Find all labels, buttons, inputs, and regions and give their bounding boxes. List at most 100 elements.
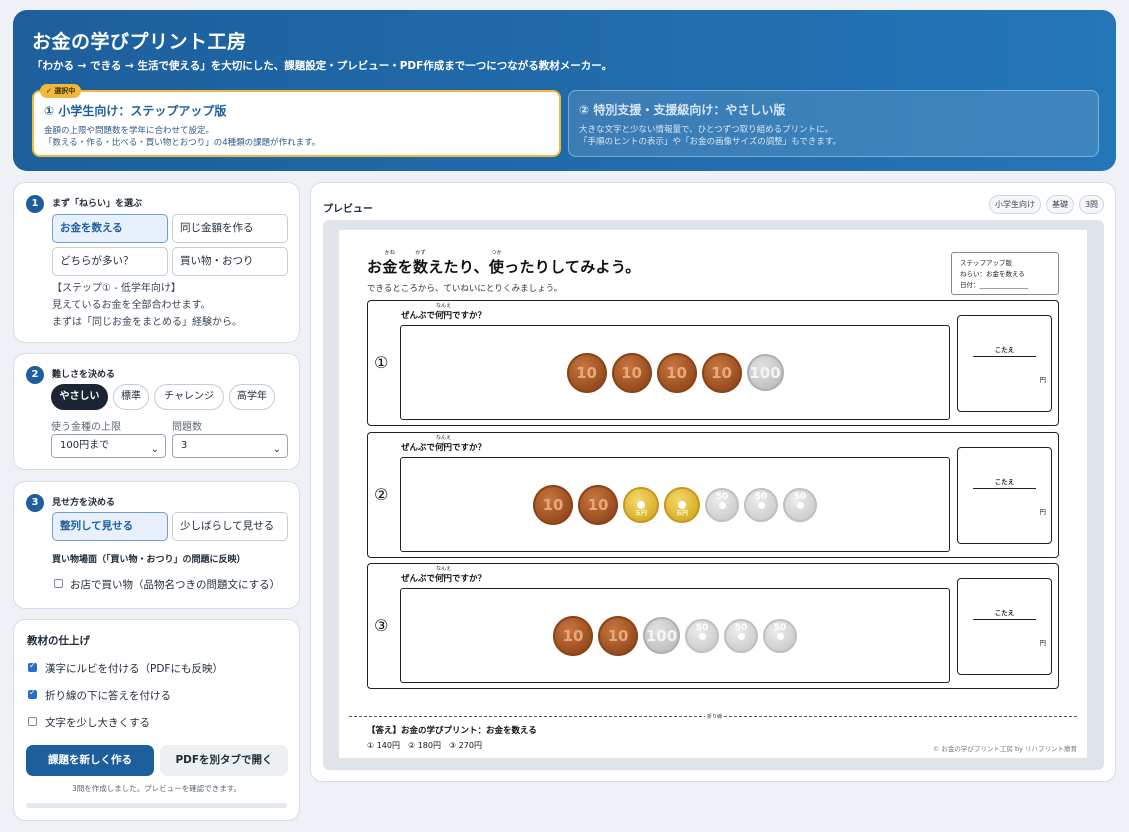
prompt-part: ぜんぶで bbox=[401, 443, 436, 453]
level-standard-button[interactable]: 標準 bbox=[113, 384, 149, 410]
coin-10-icon: 10 bbox=[611, 352, 652, 393]
coin-10-icon: 10 bbox=[566, 352, 607, 393]
title-part: ったりしてみよう。 bbox=[504, 258, 641, 276]
coin-area: 10 10 10 10 100 bbox=[400, 325, 950, 420]
prompt-part: ですか？ bbox=[452, 574, 487, 584]
coin-value: 10 bbox=[607, 626, 629, 645]
limit-select[interactable]: 100円まで ⌄ bbox=[51, 434, 166, 458]
question-block: ③ ぜんぶで何円 なんえん ですか？ 10 10 100 50 50 50 こたえ円 bbox=[367, 563, 1059, 689]
level-challenge-button[interactable]: チャレンジ bbox=[154, 384, 224, 410]
ruby-nanen: 何円 なんえん bbox=[435, 303, 452, 321]
display-aligned-button[interactable]: 整列して見せる bbox=[52, 512, 168, 541]
prompt-part: ぜんぶで bbox=[401, 311, 436, 321]
answers-checkbox-label: 折り線の下に答えを付ける bbox=[45, 690, 171, 702]
selected-badge: ✓ 選択中 bbox=[40, 84, 82, 98]
tag-elementary: 小学生向け bbox=[989, 195, 1041, 214]
coin-value: 10 bbox=[576, 363, 597, 382]
prompt-part: ぜんぶで bbox=[401, 574, 436, 584]
ruby-nanen: 何円 なんえん bbox=[435, 435, 452, 453]
answers-checkbox[interactable] bbox=[28, 688, 37, 699]
coin-value: 50 bbox=[695, 622, 709, 633]
coin-5-icon: 五円 bbox=[623, 486, 659, 523]
coin-row: 10 10 五円 五円 50 50 50 bbox=[401, 458, 949, 551]
ruby-text: かね bbox=[384, 250, 396, 256]
chevron-down-icon: ⌄ bbox=[150, 444, 159, 455]
answer-box[interactable]: こたえ円 bbox=[957, 447, 1052, 544]
status-text: 3問を作成しました。プレビューを確認できます。 bbox=[71, 784, 242, 793]
level-upper-grade-button[interactable]: 高学年 bbox=[229, 384, 275, 410]
limit-label: 使う金種の上限 bbox=[51, 422, 121, 433]
fold-line-label: 折り線 bbox=[705, 713, 725, 720]
coin-50-icon: 50 bbox=[763, 618, 797, 653]
coin-value: 10 bbox=[621, 363, 642, 382]
coin-value: 50 bbox=[773, 622, 787, 633]
count-select-value: 3 bbox=[181, 440, 188, 451]
tag-basic: 基礎 bbox=[1046, 195, 1074, 214]
ruby-tsuka: 使つか bbox=[489, 250, 504, 277]
coin-10-icon: 10 bbox=[656, 352, 697, 393]
step-number: 3 bbox=[26, 494, 44, 512]
mode-title: ① 小学生向け：ステップアップ版 bbox=[44, 104, 227, 118]
coin-value: 100 bbox=[645, 626, 678, 645]
question-number: ② bbox=[374, 485, 389, 504]
coin-value: 10 bbox=[562, 626, 584, 645]
step1-note-2: 見えているお金を全部合わせます。 bbox=[52, 300, 211, 311]
finish-card: 教材の仕上げ 漢字にルビを付ける（PDFにも反映） 折り線の下に答えを付ける 文… bbox=[13, 619, 300, 821]
limit-select-value: 100円まで bbox=[60, 440, 110, 451]
title-part: えたり、 bbox=[428, 258, 489, 276]
ruby-text: つか bbox=[491, 250, 502, 256]
count-label: 問題数 bbox=[172, 422, 202, 433]
question-prompt: ぜんぶで何円 なんえん ですか？ bbox=[401, 435, 487, 453]
coin-value: 10 bbox=[587, 495, 609, 514]
coin-10-icon: 10 bbox=[578, 484, 618, 525]
yen-unit: 円 bbox=[1039, 639, 1047, 647]
coin-value: 五円 bbox=[675, 509, 688, 517]
paper-scroll-area[interactable]: お金 かね を数 かず えたり、使 つか ったりしてみよう。 できるところから、ていねいにと… bbox=[323, 220, 1104, 770]
chevron-down-icon: ⌄ bbox=[272, 444, 281, 455]
progress-bar bbox=[26, 803, 287, 808]
coin-row: 10 10 10 10 100 bbox=[401, 326, 949, 419]
preview-title: プレビュー bbox=[323, 204, 373, 215]
app-subtitle: 「わかる → できる → 生活で使える」を大切にした、課題設定・プレビュー・PD… bbox=[32, 60, 613, 72]
coin-value: 50 bbox=[754, 491, 768, 502]
question-prompt: ぜんぶで何円 なんえん ですか？ bbox=[401, 566, 487, 584]
finish-title: 教材の仕上げ bbox=[27, 635, 90, 647]
goal-compare-button[interactable]: どちらが多い？ bbox=[52, 247, 168, 276]
coin-50-icon: 50 bbox=[685, 618, 719, 653]
open-pdf-button[interactable]: PDFを別タブで開く bbox=[160, 745, 288, 776]
mode-elementary-card[interactable]: ✓ 選択中 ① 小学生向け：ステップアップ版 金額の上限や問題数を学年に合わせて… bbox=[32, 84, 561, 157]
yen-unit: 円 bbox=[1039, 376, 1047, 384]
title-part: 金 bbox=[382, 258, 398, 276]
worksheet-page: お金 かね を数 かず えたり、使 つか ったりしてみよう。 できるところから、ていねいにと… bbox=[339, 230, 1087, 758]
copyright: © お金の学びプリント工房 by リハプリント療育 bbox=[932, 745, 1077, 753]
mode-desc-1: 大きな文字と少ない情報量で、ひとつずつ取り組めるプリントに。 bbox=[579, 125, 834, 135]
step1-note-1: 【ステップ① - 低学年向け】 bbox=[52, 283, 181, 294]
question-block: ② ぜんぶで何円 なんえん ですか？ 10 10 五円 五円 50 50 50 こたえ円 bbox=[367, 432, 1059, 558]
shop-checkbox[interactable] bbox=[54, 579, 63, 588]
app-title: お金の学びプリント工房 bbox=[32, 31, 247, 53]
answer-line bbox=[973, 619, 1036, 620]
ruby-checkbox[interactable] bbox=[28, 661, 37, 672]
answer-box[interactable]: こたえ円 bbox=[957, 315, 1052, 412]
coin-10-icon: 10 bbox=[701, 352, 742, 393]
goal-make-same-button[interactable]: 同じ金額を作る bbox=[172, 214, 288, 243]
ruby-kazu: 数かず bbox=[413, 250, 428, 277]
coin-5-icon: 五円 bbox=[664, 486, 700, 523]
preview-panel: プレビュー 小学生向け 基礎 3問 お金 かね を数 かず えたり、使 つか ったりしてみよ… bbox=[310, 182, 1116, 782]
goal-count-button[interactable]: お金を数える bbox=[52, 214, 168, 243]
coin-50-icon: 50 bbox=[744, 487, 778, 522]
step1-card: 1 まず「ねらい」を選ぶ お金を数える 同じ金額を作る どちらが多い？ 買い物・… bbox=[13, 182, 300, 343]
count-select[interactable]: 3 ⌄ bbox=[172, 434, 288, 458]
coin-value: 10 bbox=[542, 495, 564, 514]
create-task-button[interactable]: 課題を新しく作る bbox=[26, 745, 154, 776]
prompt-part: ですか？ bbox=[452, 443, 487, 453]
level-easy-button[interactable]: やさしい bbox=[51, 384, 108, 410]
mode-special-support-card[interactable]: ② 特別支援・支援級向け：やさしい版 大きな文字と少ない情報量で、ひとつずつ取り… bbox=[568, 90, 1099, 157]
answer-line bbox=[973, 356, 1036, 357]
answer-box[interactable]: こたえ円 bbox=[957, 578, 1052, 675]
display-scattered-button[interactable]: 少しばらして見せる bbox=[172, 512, 288, 541]
large-text-checkbox[interactable] bbox=[28, 717, 37, 726]
coin-100-icon: 100 bbox=[746, 354, 784, 391]
step3-card: 3 見せ方を決める 整列して見せる 少しばらして見せる 買い物場面（「買い物・お… bbox=[13, 481, 300, 609]
goal-shopping-button[interactable]: 買い物・おつり bbox=[172, 247, 288, 276]
